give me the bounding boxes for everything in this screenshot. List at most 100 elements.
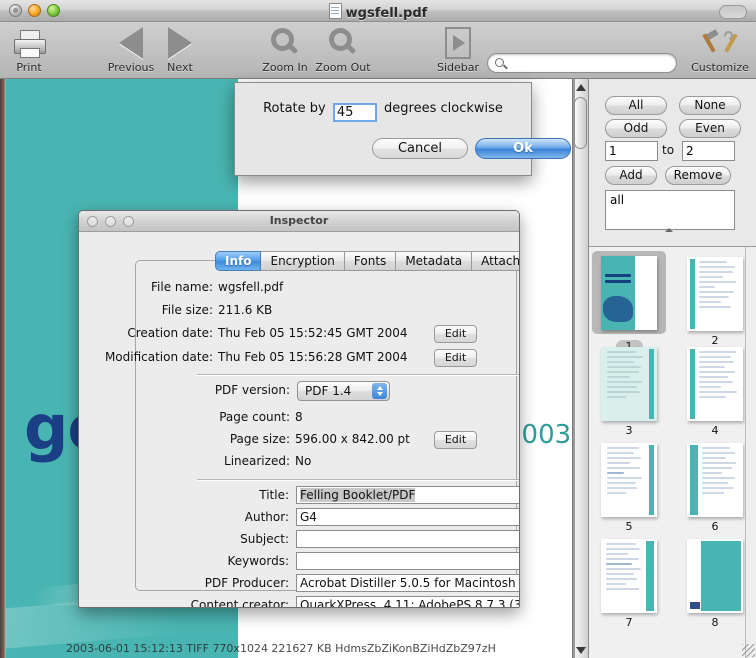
toolbar-button-print[interactable]: Print — [0, 26, 58, 74]
thumbnail-image — [601, 443, 657, 517]
thumbnail-page-3[interactable]: 3 — [591, 347, 667, 437]
toolbar-label-zoom-in: Zoom In — [262, 61, 308, 74]
field-label: Page size: — [229, 432, 290, 446]
field-modification-date: Modification date: Thu Feb 05 15:56:28 G… — [79, 349, 519, 368]
search-input[interactable] — [510, 56, 674, 73]
toolbar-toggle-button[interactable] — [719, 5, 747, 19]
inspector-title: Inspector — [269, 214, 329, 227]
sidebar-icon — [429, 26, 487, 60]
pdf-producer-input[interactable]: Acrobat Distiller 5.0.5 for Macintosh — [296, 574, 519, 592]
thumbnail-image — [601, 347, 657, 421]
rotate-prefix-label: Rotate by — [263, 101, 326, 116]
document-vertical-scrollbar[interactable] — [572, 79, 588, 658]
tab-info[interactable]: Info — [215, 251, 262, 271]
field-keywords: Keywords: — [79, 552, 519, 572]
rotate-dialog: Rotate by 45 degrees clockwise Cancel Ok — [234, 82, 571, 176]
keywords-input[interactable] — [296, 552, 519, 570]
select-odd-button[interactable]: Odd — [605, 119, 667, 138]
ok-button[interactable]: Ok — [475, 138, 571, 159]
field-linearized: Linearized: No — [79, 454, 519, 472]
edit-creation-date-button[interactable]: Edit — [434, 325, 477, 343]
select-even-button[interactable]: Even — [679, 119, 741, 138]
toolbar-label-customize: Customize — [691, 61, 749, 74]
toolbar-button-next[interactable]: Next — [151, 26, 209, 74]
field-value: Thu Feb 05 15:56:28 GMT 2004 — [218, 350, 408, 364]
hammer-wrench-icon — [691, 26, 749, 60]
pdf-version-value: PDF 1.4 — [305, 384, 352, 398]
field-label: Creation date: — [127, 326, 213, 340]
thumbnail-scrollbar[interactable] — [745, 247, 756, 658]
inspector-window: Inspector Info Encryption Fonts Metadata… — [78, 210, 520, 608]
toolbar-button-zoom-in[interactable]: Zoom In — [256, 26, 314, 74]
edit-page-size-button[interactable]: Edit — [434, 431, 477, 449]
range-to-input[interactable] — [682, 141, 735, 161]
thumbnail-page-7[interactable]: 7 — [591, 539, 667, 629]
author-input[interactable]: G4 — [296, 508, 519, 526]
title-input[interactable]: Felling Booklet/PDF — [300, 488, 416, 502]
thumbnail-image — [601, 539, 657, 613]
add-range-button[interactable]: Add — [605, 166, 657, 185]
tab-metadata[interactable]: Metadata — [396, 251, 473, 271]
scroll-down-arrow-icon[interactable] — [573, 642, 588, 658]
triangle-right-icon — [151, 26, 209, 60]
field-label: Page count: — [219, 410, 290, 424]
field-author: Author: G4 — [79, 508, 519, 528]
selection-summary-field[interactable]: all — [605, 190, 735, 230]
select-all-button[interactable]: All — [605, 96, 667, 115]
thumbnail-page-1[interactable]: 1 — [591, 251, 667, 353]
field-value: No — [295, 454, 312, 468]
inspector-divider-1 — [197, 374, 519, 376]
field-label: Author: — [244, 510, 289, 524]
content-creator-input[interactable]: QuarkXPress. 4.11: AdobePS 8.7.3 (301) — [296, 596, 519, 607]
page-selection-controls: All None Odd Even to Add Remove all — [589, 79, 756, 246]
remove-range-button[interactable]: Remove — [665, 166, 731, 185]
toolbar-button-sidebar[interactable]: Sidebar — [429, 26, 487, 74]
toolbar-label-print: Print — [16, 61, 42, 74]
thumbnail-image — [687, 539, 743, 613]
selection-resize-handle[interactable] — [665, 228, 675, 233]
toolbar-label-sidebar: Sidebar — [436, 61, 480, 74]
scroll-up-arrow-icon[interactable] — [573, 79, 588, 95]
inspector-tabs: Info Encryption Fonts Metadata Attachmen… — [215, 251, 519, 271]
thumbnail-page-5[interactable]: 5 — [591, 443, 667, 533]
thumbnail-number: 6 — [711, 520, 719, 533]
page-title: wgsfell.pdf — [0, 3, 756, 21]
toolbar-button-customize[interactable]: Customize — [691, 26, 749, 74]
thumbnail-number: 2 — [711, 334, 719, 347]
toolbar-label-next: Next — [167, 61, 193, 74]
select-none-button[interactable]: None — [679, 96, 741, 115]
field-value: 211.6 KB — [218, 303, 273, 317]
thumbnail-page-4[interactable]: 4 — [677, 347, 753, 437]
rotate-degrees-input[interactable]: 45 — [332, 103, 377, 122]
range-from-input[interactable] — [605, 141, 658, 161]
pdf-version-dropdown[interactable]: PDF 1.4 — [297, 381, 390, 401]
thumbnail-image — [601, 256, 657, 330]
thumbnail-grid[interactable]: 1 2 — [589, 247, 756, 658]
thumbnail-image — [687, 347, 743, 421]
thumbnail-number: 8 — [711, 616, 719, 629]
tab-fonts[interactable]: Fonts — [344, 251, 397, 271]
field-label: Keywords: — [227, 554, 289, 568]
thumbnail-page-2[interactable]: 2 — [677, 257, 753, 347]
rotate-suffix-label: degrees clockwise — [384, 101, 503, 116]
field-pdf-producer: PDF Producer: Acrobat Distiller 5.0.5 fo… — [79, 574, 519, 594]
application-window: wgsfell.pdf Print Previous Next Zoom In — [0, 0, 756, 658]
thumbnail-number: 4 — [711, 424, 719, 437]
field-value: wgsfell.pdf — [218, 280, 284, 294]
field-content-creator: Content creator: QuarkXPress. 4.11: Adob… — [79, 596, 519, 607]
scrollbar-thumb[interactable] — [574, 97, 587, 149]
toolbar-button-zoom-out[interactable]: Zoom Out — [314, 26, 372, 74]
field-file-size: File size: 211.6 KB — [79, 303, 519, 321]
field-label: PDF version: — [214, 383, 290, 397]
subject-input[interactable] — [296, 530, 519, 548]
thumbnail-page-6[interactable]: 6 — [677, 443, 753, 533]
search-input-container[interactable] — [487, 53, 677, 73]
tab-attachments[interactable]: Attachments — [472, 251, 519, 271]
window-resize-grip[interactable] — [742, 644, 755, 657]
thumbnail-image — [687, 257, 743, 331]
document-bottom-text: 2003-06-01 15:12:13 TIFF 770x1024 221627… — [66, 642, 496, 655]
tab-encryption[interactable]: Encryption — [261, 251, 345, 271]
cancel-button[interactable]: Cancel — [372, 138, 468, 159]
thumbnail-page-8[interactable]: 8 — [677, 539, 753, 629]
edit-modification-date-button[interactable]: Edit — [434, 349, 477, 367]
